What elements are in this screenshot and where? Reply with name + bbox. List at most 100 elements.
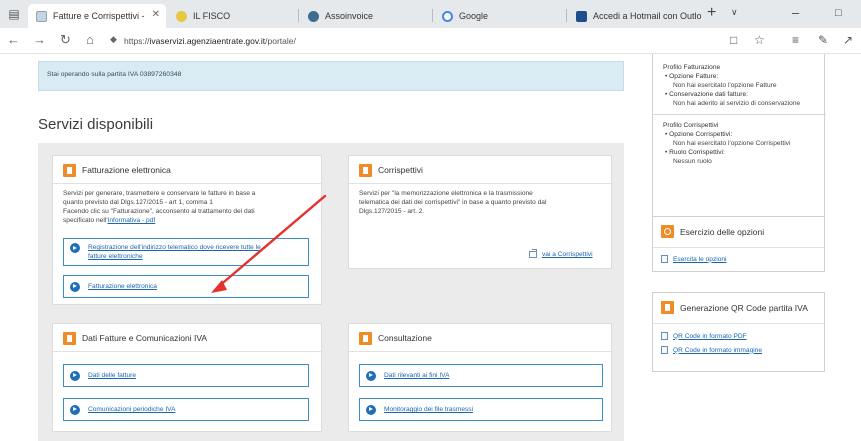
card-header: Generazione QR Code partita IVA: [661, 301, 808, 314]
favorites-hub-icon[interactable]: ≡: [792, 33, 799, 47]
tab-separator: [432, 9, 433, 22]
label-line: fatture elettroniche: [88, 253, 143, 260]
dati-rilevanti-iva-label: Dati rilevanti ai fini IVA: [384, 372, 450, 379]
card-divider: [349, 351, 611, 352]
card-consultazione: Consultazione Dati rilevanti ai fini IVA…: [348, 323, 612, 432]
ruolo-corrispettivi-label: Ruolo Corrispettivi:: [663, 148, 820, 157]
qr-image-link[interactable]: QR Code in formato immagine: [661, 346, 762, 354]
esercita-opzioni-label: Esercita le opzioni: [673, 255, 727, 263]
comunicazioni-periodiche-label: Comunicazioni periodiche IVA: [88, 406, 176, 413]
tab-actions-icon[interactable]: ▤: [5, 5, 23, 23]
desc-line: Servizi per generare, trasmettere e cons…: [63, 190, 256, 197]
assoinvoice-icon: [308, 10, 319, 22]
back-icon[interactable]: ←: [7, 32, 20, 47]
tab-label: Fatture e Corrispettivi -: [53, 11, 145, 21]
tab-list-chevron-icon[interactable]: ∨: [731, 7, 738, 18]
dati-delle-fatture-button[interactable]: Dati delle fatture: [63, 364, 309, 387]
external-link-icon: [529, 249, 537, 258]
monitoraggio-file-label: Monitoraggio dei file trasmessi: [384, 406, 474, 413]
conservazione-value: Non hai aderito al servizio di conservaz…: [673, 100, 801, 107]
comunicazioni-periodiche-button[interactable]: Comunicazioni periodiche IVA: [63, 398, 309, 421]
card-dati-fatture: Dati Fatture e Comunicazioni IVA Dati de…: [52, 323, 322, 432]
card-header: Consultazione: [359, 331, 432, 345]
card-header: Fatturazione elettronica: [63, 163, 171, 177]
pen-icon[interactable]: ✎: [818, 33, 828, 47]
arrow-right-circle-icon: [70, 404, 80, 415]
maximize-icon[interactable]: □: [835, 7, 842, 19]
google-icon: [442, 10, 453, 22]
informativa-pdf-link[interactable]: Informativa - pdf: [108, 217, 156, 224]
external-link-icon: [661, 255, 668, 263]
forward-icon[interactable]: →: [33, 32, 46, 47]
card-description: Servizi per "la memorizzazione elettroni…: [359, 189, 604, 216]
minimize-icon[interactable]: –: [792, 5, 799, 20]
tab-separator: [566, 9, 567, 22]
dati-delle-fatture-label: Dati delle fatture: [88, 372, 137, 379]
document-icon: [661, 301, 674, 314]
card-description: Servizi per generare, trasmettere e cons…: [63, 189, 308, 225]
dati-rilevanti-iva-button[interactable]: Dati rilevanti ai fini IVA: [359, 364, 603, 387]
card-title: Esercizio delle opzioni: [680, 226, 765, 237]
vai-a-corrispettivi-link[interactable]: vai a Corrispettivi: [529, 249, 593, 258]
registrazione-indirizzo-button[interactable]: Registrazione dell'indirizzo telematico …: [63, 238, 309, 266]
share-icon[interactable]: ↗: [843, 33, 853, 47]
card-divider: [53, 183, 321, 184]
page-title: Servizi disponibili: [38, 116, 154, 133]
tab-label: IL FISCO: [193, 11, 231, 21]
gear-icon: [661, 225, 674, 238]
arrow-right-circle-icon: [366, 404, 376, 415]
fatturazione-elettronica-button[interactable]: Fatturazione elettronica: [63, 275, 309, 298]
card-fatturazione-elettronica: Fatturazione elettronica Servizi per gen…: [52, 155, 322, 305]
document-icon: [359, 163, 372, 177]
tab-fatture-corrispettivi[interactable]: Fatture e Corrispettivi - ✕: [28, 4, 166, 28]
desc-line: Facendo clic su "Fatturazione", acconsen…: [63, 208, 255, 215]
tab-google[interactable]: Google: [434, 4, 564, 28]
tab-assoinvoice[interactable]: Assoinvoice: [300, 4, 430, 28]
label-line: Registrazione dell'indirizzo telematico …: [88, 244, 261, 251]
lock-icon: ◆: [110, 34, 117, 44]
url-protocol: https://: [124, 36, 150, 46]
tab-separator: [298, 9, 299, 22]
refresh-icon[interactable]: ↻: [60, 32, 71, 48]
card-header: Corrispettivi: [359, 163, 423, 177]
qr-pdf-link[interactable]: QR Code in formato PDF: [661, 332, 747, 340]
vat-banner-text: Stai operando sulla partita IVA 03897260…: [47, 71, 182, 78]
tab-label: Accedi a Hotmail con Outlo: [593, 11, 702, 21]
card-qr-code: Generazione QR Code partita IVA QR Code …: [652, 292, 825, 372]
address-bar: ← → ↻ ⌂ ◆ https://ivaservizi.agenziaentr…: [0, 28, 861, 54]
tab-label: Assoinvoice: [325, 11, 374, 21]
document-icon: [359, 331, 372, 345]
esercita-opzioni-link[interactable]: Esercita le opzioni: [661, 255, 727, 263]
portal-page: Stai operando sulla partita IVA 03897260…: [0, 54, 861, 441]
favorite-star-icon[interactable]: ☆: [754, 33, 765, 47]
arrow-right-circle-icon: [70, 370, 80, 381]
profile-divider: [653, 114, 826, 115]
card-title: Generazione QR Code partita IVA: [680, 302, 808, 313]
url-field[interactable]: https://ivaservizi.agenziaentrate.gov.it…: [124, 36, 296, 46]
qr-image-label: QR Code in formato immagine: [673, 346, 763, 354]
new-tab-button[interactable]: +: [707, 4, 716, 22]
card-divider: [653, 323, 824, 324]
outlook-icon: [576, 10, 587, 22]
desc-line: telematica dei dati dei corrispettivi" i…: [359, 199, 547, 206]
desc-line: specificato nell'Informativa - pdf: [63, 216, 308, 225]
profilo-fatturazione-heading: Profilo Fatturazione: [663, 64, 721, 71]
pdf-file-icon: [661, 332, 668, 340]
desc-line: quanto previsto dal Dlgs.127/2015 - art …: [63, 199, 213, 206]
card-header: Esercizio delle opzioni: [661, 225, 764, 238]
vat-banner: Stai operando sulla partita IVA 03897260…: [38, 61, 624, 91]
tab-il-fisco[interactable]: IL FISCO: [168, 4, 298, 28]
home-icon[interactable]: ⌂: [86, 32, 94, 47]
card-divider: [653, 247, 824, 248]
card-divider: [349, 183, 611, 184]
desc-line: Servizi per "la memorizzazione elettroni…: [359, 190, 533, 197]
card-title: Corrispettivi: [378, 165, 423, 175]
document-icon: [36, 10, 47, 22]
ilfisco-icon: [176, 10, 187, 22]
close-tab-icon[interactable]: ✕: [152, 9, 160, 20]
ruolo-corrispettivi-value: Nessun ruolo: [673, 158, 712, 165]
tab-outlook[interactable]: Accedi a Hotmail con Outlo: [568, 4, 706, 28]
arrow-right-circle-icon: [70, 243, 80, 253]
monitoraggio-file-button[interactable]: Monitoraggio dei file trasmessi: [359, 398, 603, 421]
reading-view-icon[interactable]: □: [730, 33, 737, 47]
